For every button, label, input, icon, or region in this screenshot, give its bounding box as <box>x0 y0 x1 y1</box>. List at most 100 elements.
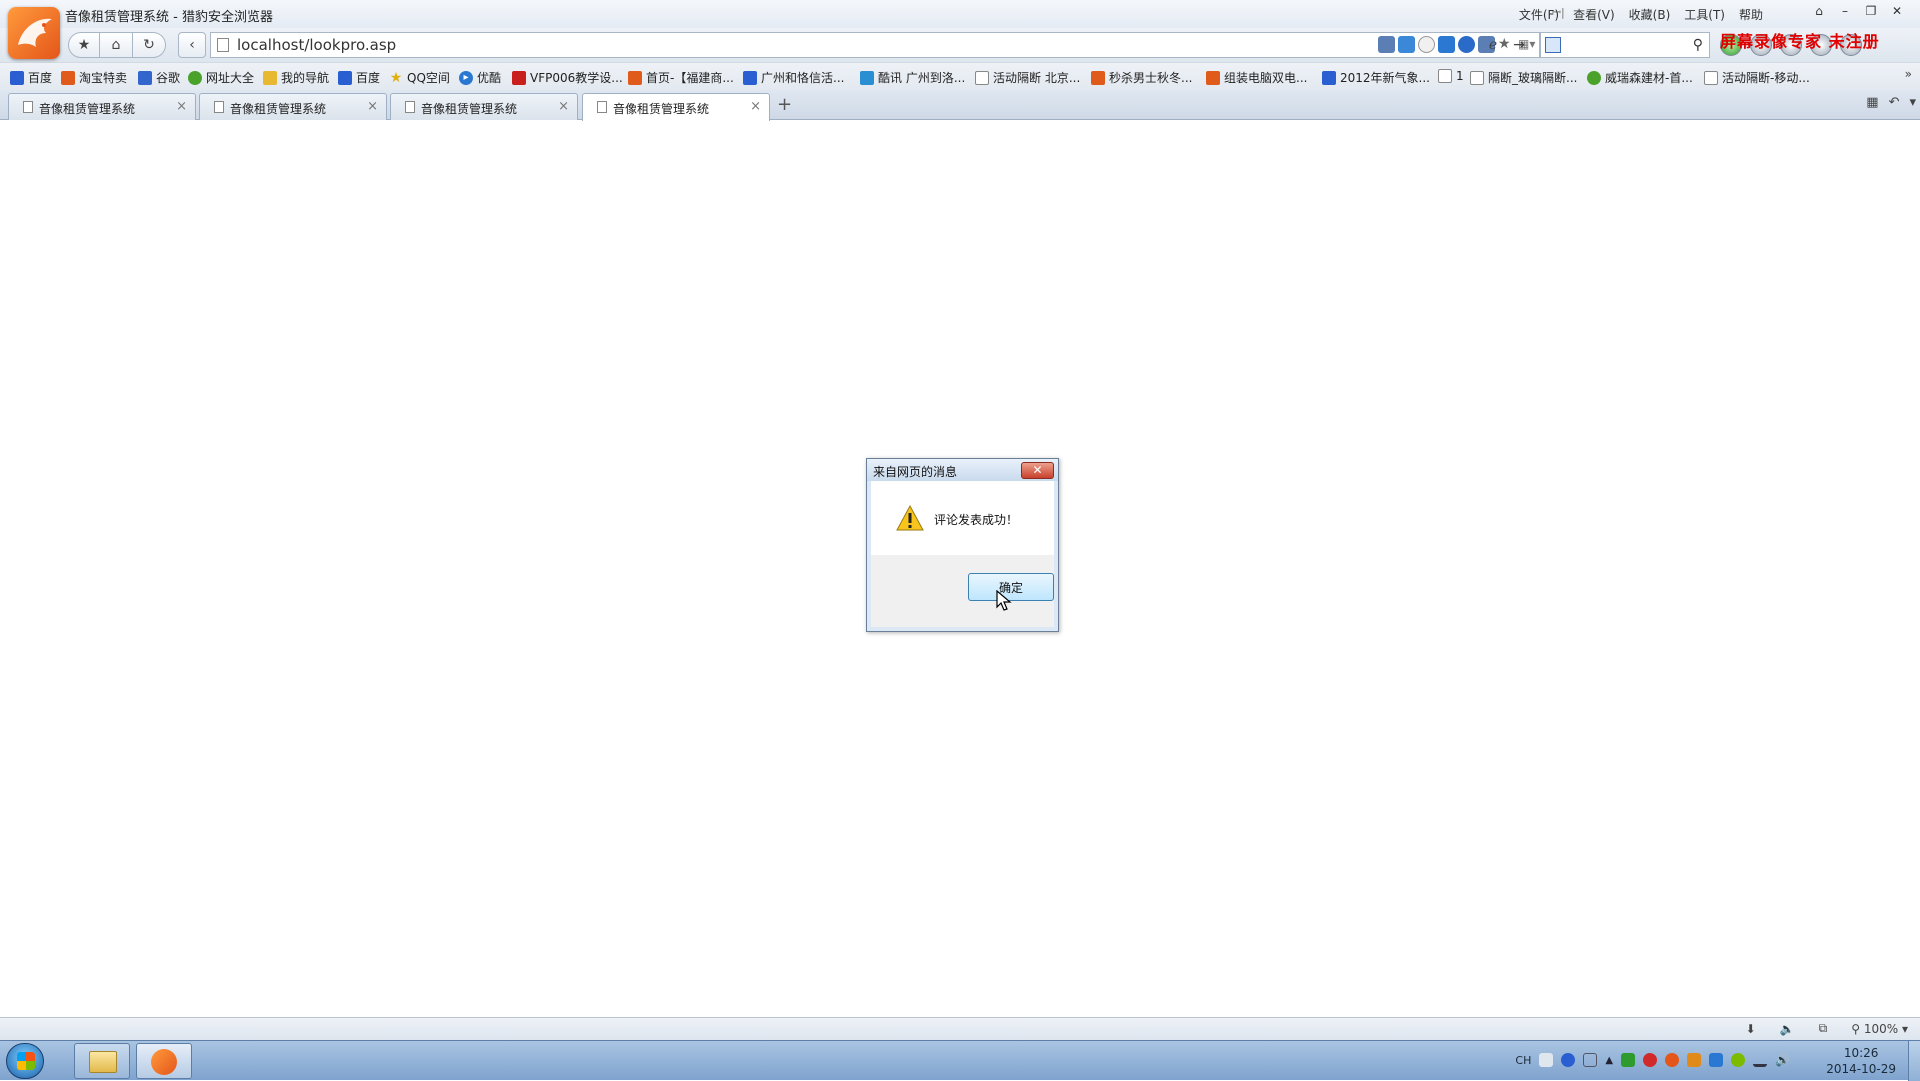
taskbar-clock[interactable]: 10:26 2014-10-29 <box>1826 1045 1896 1077</box>
close-tab-icon[interactable]: × <box>750 99 761 114</box>
volume-icon[interactable]: 🔊 <box>1775 1053 1790 1067</box>
search-icon[interactable]: ⚲ <box>1693 37 1703 53</box>
bookmark-item[interactable]: 淘宝特卖 <box>61 69 127 86</box>
address-bar[interactable]: ★ ▦▾ <box>210 32 1540 58</box>
menu-favorites[interactable]: 收藏(B) <box>1622 6 1678 23</box>
help-icon[interactable] <box>1561 1053 1576 1067</box>
tab-list-icon[interactable]: ▦ <box>1866 95 1878 110</box>
speaker-icon[interactable]: 🔈 <box>1780 1022 1795 1036</box>
address-input[interactable] <box>237 35 1237 55</box>
menu-view[interactable]: 查看(V) <box>1566 6 1622 23</box>
bookmark-item[interactable]: VFP006教学设... <box>512 69 623 86</box>
warning-icon <box>896 504 924 531</box>
bookmark-item[interactable]: 百度 <box>338 69 380 86</box>
clock-time: 10:26 <box>1843 1046 1879 1060</box>
taskbar-browser[interactable] <box>136 1043 192 1079</box>
refresh-button[interactable]: ↻ <box>132 32 166 58</box>
bookmark-item[interactable]: 广州和恪信活... <box>743 69 844 86</box>
cheetah-icon[interactable] <box>1665 1053 1680 1067</box>
new-tab-icon[interactable]: + <box>777 94 792 115</box>
favorite-star-button[interactable]: ★ <box>68 32 100 58</box>
close-tab-icon[interactable]: × <box>558 99 569 114</box>
page-icon <box>217 38 229 52</box>
tab[interactable]: 音像租赁管理系统 × <box>8 93 196 120</box>
tab-strip: 音像租赁管理系统 × 音像租赁管理系统 × 音像租赁管理系统 × 音像租赁管理系… <box>0 90 1920 121</box>
paw-icon <box>10 70 24 85</box>
network-icon[interactable] <box>1753 1053 1768 1067</box>
globe-icon[interactable] <box>1458 36 1475 53</box>
bookmark-item[interactable]: 谷歌 <box>138 69 180 86</box>
close-window-button[interactable]: ✕ <box>1884 2 1910 20</box>
qq-icon[interactable] <box>1643 1053 1658 1067</box>
menu-help[interactable]: 帮助 <box>1732 6 1770 23</box>
tray-expand-icon[interactable]: ▲ <box>1605 1055 1613 1066</box>
browser-logo-icon[interactable] <box>8 7 60 59</box>
back-button[interactable]: ‹ <box>178 32 206 58</box>
show-desktop-button[interactable] <box>1908 1041 1920 1081</box>
dialog-close-button[interactable]: ✕ <box>1021 462 1054 479</box>
security-icon[interactable] <box>1621 1053 1636 1067</box>
chevron-down-icon[interactable]: ▾ <box>1909 95 1916 110</box>
undo-close-icon[interactable]: ↶ <box>1889 95 1900 110</box>
download-icon[interactable]: ⬇ <box>1746 1022 1756 1036</box>
bookmark-item[interactable]: 组装电脑双电... <box>1206 69 1307 86</box>
bookmark-item[interactable]: ★ QQ空间 <box>389 69 450 86</box>
alert-dialog: 来自网页的消息 ✕ 评论发表成功！ 确定 <box>866 458 1059 632</box>
restore-button[interactable]: ❐ <box>1858 2 1884 20</box>
globe-icon <box>188 70 202 85</box>
page-icon <box>1704 70 1718 85</box>
start-button[interactable] <box>6 1043 44 1079</box>
bookmark-item[interactable]: 隔断_玻璃隔断... <box>1470 69 1577 86</box>
note-icon[interactable] <box>1438 36 1455 53</box>
minimize-button[interactable]: – <box>1832 2 1858 20</box>
bookmark-item[interactable]: 活动隔断-移动... <box>1704 69 1810 86</box>
close-tab-icon[interactable]: × <box>367 99 378 114</box>
search-box[interactable]: ⚲ <box>1540 32 1710 58</box>
bookmark-item[interactable]: ▸ 优酷 <box>459 69 501 86</box>
bookmark-item[interactable]: 酷讯 广州到洛... <box>860 69 965 86</box>
menu-tools[interactable]: 工具(T) <box>1677 6 1732 23</box>
bookmark-item[interactable]: 百度 <box>10 69 52 86</box>
search-engine-icon[interactable] <box>1545 37 1561 53</box>
bookmark-item[interactable]: 威瑞森建材-首... <box>1587 69 1693 86</box>
page-icon <box>597 101 607 113</box>
menu-file[interactable]: 文件(F) <box>1512 6 1566 23</box>
search-input[interactable] <box>1571 36 1681 54</box>
zhi-icon <box>1091 70 1105 85</box>
home-button[interactable]: ⌂ <box>99 32 133 58</box>
network-manager-icon[interactable] <box>1709 1053 1724 1067</box>
zoom-control[interactable]: ⚲ 100% ▾ <box>1851 1022 1908 1036</box>
tab[interactable]: 音像租赁管理系统 × <box>390 93 578 120</box>
tab[interactable]: 音像租赁管理系统 × <box>199 93 387 120</box>
dialog-body: 评论发表成功！ <box>871 481 1054 555</box>
monitor-icon[interactable] <box>1398 36 1415 53</box>
clock-icon[interactable] <box>1418 36 1435 53</box>
pin-icon[interactable] <box>1583 1053 1598 1067</box>
update-icon[interactable] <box>1731 1053 1746 1067</box>
bookmark-item[interactable]: 首页-【福建商... <box>628 69 734 86</box>
page-icon <box>1438 69 1452 83</box>
compat-mode-button[interactable]: ℯ <box>1482 35 1504 55</box>
input-language[interactable]: CH <box>1515 1054 1531 1067</box>
tab-active[interactable]: 音像租赁管理系统 × <box>582 93 770 121</box>
clock-date: 2014-10-29 <box>1826 1062 1896 1076</box>
bookmarks-overflow-icon[interactable]: » <box>1905 67 1912 81</box>
bookmark-item[interactable]: 活动隔断 北京... <box>975 69 1080 86</box>
zoom-level: 100% <box>1863 1021 1899 1036</box>
shield-icon[interactable] <box>1687 1053 1702 1067</box>
forward-button[interactable]: → <box>1508 35 1530 55</box>
bookmark-item[interactable]: 2012年新气象... <box>1322 69 1430 86</box>
g-icon <box>138 70 152 85</box>
keyboard-icon[interactable] <box>1539 1053 1554 1067</box>
mouse-cursor-icon <box>996 590 1012 611</box>
tab-label: 音像租赁管理系统 <box>613 102 710 116</box>
bookmark-item[interactable]: 1 <box>1438 69 1464 83</box>
taskbar-explorer[interactable] <box>74 1043 130 1079</box>
bookmark-item[interactable]: 我的导航 <box>263 69 329 86</box>
window-icon[interactable]: ⧉ <box>1819 1021 1828 1036</box>
app-icon[interactable] <box>1378 36 1395 53</box>
close-tab-icon[interactable]: × <box>176 99 187 114</box>
bookmark-item[interactable]: 网址大全 <box>188 69 254 86</box>
bookmark-item[interactable]: 秒杀男士秋冬... <box>1091 69 1192 86</box>
skin-icon[interactable]: ⌂ <box>1806 2 1832 20</box>
